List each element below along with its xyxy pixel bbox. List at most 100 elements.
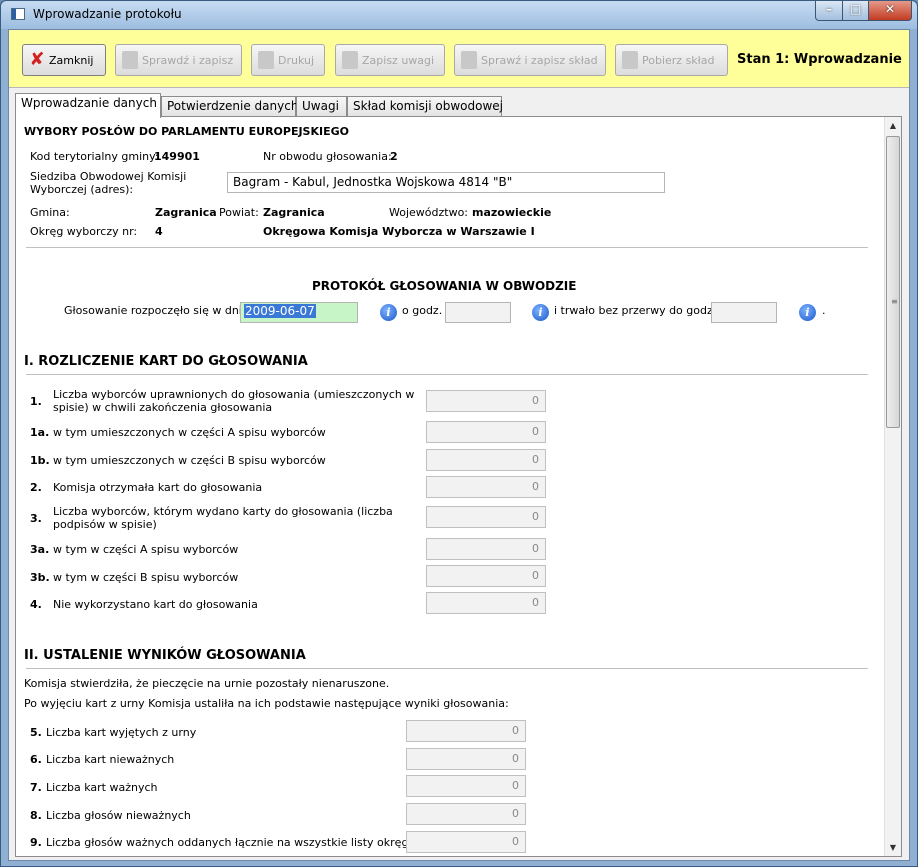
- number-field[interactable]: 0: [426, 476, 546, 498]
- row-label: Liczba wyborców uprawnionych do głosowan…: [53, 388, 415, 414]
- state-label: Stan 1: Wprowadzanie: [737, 52, 902, 67]
- save-notes-label: Zapisz uwagi: [362, 53, 435, 67]
- row-number: 1b.: [30, 454, 50, 467]
- fetch-committee-label: Pobierz skład: [642, 53, 715, 67]
- minimize-button[interactable]: –: [815, 1, 843, 21]
- vertical-scrollbar[interactable]: ▲ ≡ ▼: [884, 117, 901, 856]
- until-label: i trwało bez przerwy do godz.: [554, 304, 717, 317]
- section2-line1: Komisja stwierdziła, że pieczęcie na urn…: [24, 677, 390, 690]
- tab-notes[interactable]: Uwagi: [296, 96, 347, 117]
- window-close-button[interactable]: ✕: [868, 1, 912, 21]
- start-date-value: 2009-06-07: [244, 304, 316, 318]
- section2-line2: Po wyjęciu kart z urny Komisja ustaliła …: [24, 697, 509, 710]
- fetch-committee-button[interactable]: Pobierz skład: [615, 44, 728, 76]
- seat-address-value: Bagram - Kabul, Jednostka Wojskowa 4814 …: [233, 175, 513, 189]
- start-hour-field[interactable]: [445, 302, 511, 323]
- red-x-icon: ✘: [29, 49, 45, 70]
- check-and-save-label: Sprawdź i zapisz: [142, 53, 234, 67]
- row-number: 4.: [30, 598, 42, 611]
- number-field[interactable]: 0: [426, 592, 546, 614]
- row-number: 9.: [30, 836, 42, 849]
- maximize-icon: □: [849, 2, 862, 16]
- number-field[interactable]: 0: [426, 449, 546, 471]
- tab-label: Wprowadzanie danych: [21, 96, 157, 110]
- save-notes-button[interactable]: Zapisz uwagi: [335, 44, 445, 76]
- district-no-label: Nr obwodu głosowania:: [263, 150, 392, 163]
- close-button-label: Zamknij: [49, 53, 94, 67]
- check-save-committee-button[interactable]: Sprawź i zapisz skład: [454, 44, 606, 76]
- protocol-title: PROTOKÓŁ GŁOSOWANIA W OBWODZIE: [312, 279, 577, 293]
- check-and-save-button[interactable]: Sprawdź i zapisz: [115, 44, 242, 76]
- tab-committee[interactable]: Skład komisji obwodowej: [347, 96, 503, 117]
- maximize-button[interactable]: □: [842, 1, 869, 21]
- territorial-code-label: Kod terytorialny gminy:: [30, 150, 159, 163]
- floppy-icon: [342, 51, 358, 69]
- form-content: WYBORY POSŁÓW DO PARLAMENTU EUROPEJSKIEG…: [16, 117, 882, 856]
- section1-title: I. ROZLICZENIE KART DO GŁOSOWANIA: [24, 354, 308, 369]
- end-hour-field[interactable]: [711, 302, 777, 323]
- territorial-code-value: 149901: [154, 150, 200, 163]
- row-number: 6.: [30, 753, 42, 766]
- seat-label-2: Wyborczej (adres):: [30, 183, 134, 196]
- row-number: 5.: [30, 726, 42, 739]
- print-label: Drukuj: [278, 53, 315, 67]
- scroll-down-arrow-icon[interactable]: ▼: [885, 839, 901, 856]
- number-field[interactable]: 0: [406, 720, 526, 742]
- gmina-value: Zagranica: [155, 206, 217, 219]
- start-date-field[interactable]: 2009-06-07: [240, 302, 358, 323]
- number-field[interactable]: 0: [426, 421, 546, 443]
- client-area: ✘ Zamknij Sprawdź i zapisz Drukuj Zapisz…: [8, 29, 910, 861]
- tab-data-entry[interactable]: Wprowadzanie danych: [15, 93, 161, 118]
- tab-label: Skład komisji obwodowej: [353, 99, 503, 113]
- gmina-label: Gmina:: [30, 206, 70, 219]
- row-label: w tym umieszczonych w części A spisu wyb…: [53, 426, 326, 439]
- powiat-value: Zagranica: [263, 206, 325, 219]
- start-date-label: Głosowanie rozpoczęło się w dniu: [64, 304, 249, 317]
- info-icon[interactable]: i: [380, 304, 397, 321]
- protocol-window: Wprowadzanie protokołu – □ ✕ ✘ Zamknij S…: [0, 0, 918, 867]
- scroll-thumb[interactable]: ≡: [886, 136, 900, 428]
- number-field[interactable]: 0: [426, 506, 546, 528]
- number-field[interactable]: 0: [426, 565, 546, 587]
- row-number: 8.: [30, 809, 42, 822]
- grip-icon: ≡: [891, 297, 898, 306]
- number-field[interactable]: 0: [426, 390, 546, 412]
- election-title: WYBORY POSŁÓW DO PARLAMENTU EUROPEJSKIEG…: [24, 125, 349, 138]
- row-label: w tym w części B spisu wyborców: [53, 571, 239, 584]
- row-number: 2.: [30, 481, 42, 494]
- row-label: Liczba kart nieważnych: [46, 753, 175, 766]
- row-number: 1a.: [30, 426, 50, 439]
- district-no-value: 2: [390, 150, 398, 163]
- close-icon: ✕: [884, 2, 896, 16]
- info-icon[interactable]: i: [532, 304, 549, 321]
- tab-label: Uwagi: [302, 99, 339, 113]
- powiat-label: Powiat:: [219, 206, 259, 219]
- row-label: Liczba kart wyjętych z urny: [46, 726, 197, 739]
- voivodeship-label: Województwo:: [389, 206, 469, 219]
- window-title: Wprowadzanie protokołu: [33, 7, 182, 21]
- row-number: 3b.: [30, 571, 50, 584]
- hour-label: o godz.: [402, 304, 443, 317]
- scroll-up-arrow-icon[interactable]: ▲: [885, 117, 901, 134]
- number-field[interactable]: 0: [406, 748, 526, 770]
- number-field[interactable]: 0: [426, 538, 546, 560]
- number-field[interactable]: 0: [406, 803, 526, 825]
- close-button[interactable]: ✘ Zamknij: [22, 44, 106, 76]
- row-label: Liczba wyborców, którym wydano karty do …: [53, 505, 393, 531]
- divider: [26, 247, 868, 248]
- divider: [26, 374, 868, 375]
- voivodeship-value: mazowieckie: [472, 206, 552, 219]
- row-number: 3.: [30, 512, 42, 525]
- number-field[interactable]: 0: [406, 775, 526, 797]
- number-field[interactable]: 0: [406, 831, 526, 853]
- tab-data-confirmation[interactable]: Potwierdzenie danych: [161, 96, 299, 117]
- seat-address-field[interactable]: Bagram - Kabul, Jednostka Wojskowa 4814 …: [227, 172, 665, 193]
- row-number: 3a.: [30, 543, 50, 556]
- row-label: w tym w części A spisu wyborców: [53, 543, 239, 556]
- committee-save-icon: [461, 51, 477, 69]
- print-button[interactable]: Drukuj: [251, 44, 325, 76]
- info-icon[interactable]: i: [799, 304, 816, 321]
- row-number: 7.: [30, 781, 42, 794]
- tab-label: Potwierdzenie danych: [167, 99, 299, 113]
- divider: [26, 668, 868, 669]
